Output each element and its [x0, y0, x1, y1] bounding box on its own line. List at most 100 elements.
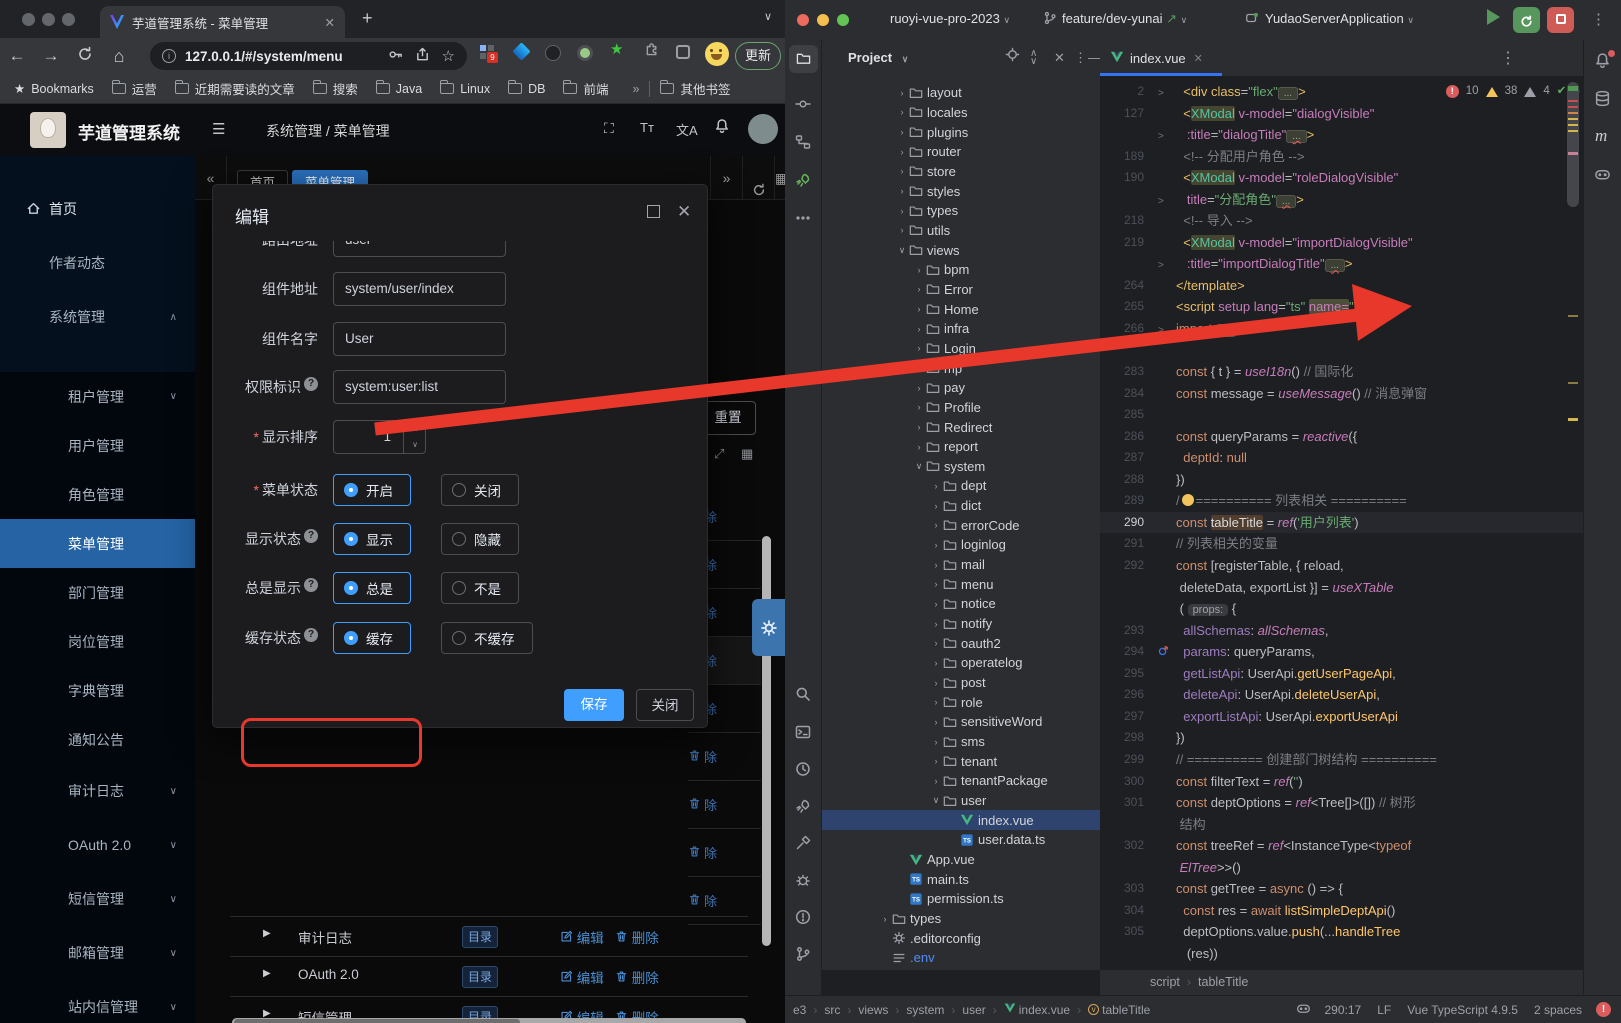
sidebar-item[interactable]: 角色管理: [0, 470, 195, 519]
code-line-288[interactable]: 288}): [1100, 469, 1621, 491]
forward-button[interactable]: →: [34, 46, 68, 66]
tree-item-sms[interactable]: ›sms: [822, 732, 1100, 752]
delete-icon[interactable]: [688, 797, 701, 813]
dialog-save-button[interactable]: 保存: [564, 689, 624, 721]
tree-item-role[interactable]: ›role: [822, 692, 1100, 712]
edit-link[interactable]: 编辑: [560, 927, 604, 947]
home-button[interactable]: ⌂: [102, 46, 136, 67]
code-line-304[interactable]: 304 const res = await listSimpleDeptApi(…: [1100, 900, 1621, 922]
sidebar-item[interactable]: 通知公告: [0, 715, 195, 764]
sidebar-item[interactable]: 审计日志∨: [0, 764, 195, 818]
sort-spinner[interactable]: ∧∨: [403, 421, 426, 453]
tab-search-chevron-icon[interactable]: ∨: [764, 10, 772, 23]
code-line-290[interactable]: 290const tableTitle = ref('用户列表'): [1100, 512, 1621, 534]
project-stripe-button[interactable]: [789, 45, 818, 73]
code-line-189[interactable]: 189 <!-- 分配用户角色 -->: [1100, 146, 1621, 168]
sidebar-item[interactable]: 部门管理: [0, 568, 195, 617]
tabbar-more-icon[interactable]: ⋮: [1500, 48, 1516, 68]
status-breadcrumb-item[interactable]: index.vue: [1004, 1002, 1070, 1017]
tags-refresh-button[interactable]: [742, 156, 774, 200]
debug-tool-icon[interactable]: [795, 872, 811, 893]
dialog-maximize-icon[interactable]: [647, 205, 660, 218]
project-panel-title[interactable]: Project: [848, 50, 892, 65]
always-show-on-radio[interactable]: 总是: [333, 572, 411, 604]
status-breadcrumb-item[interactable]: src: [824, 1003, 840, 1017]
code-line-127[interactable]: 127 <XModal v-model="dialogVisible": [1100, 103, 1621, 125]
cache-status-on-radio[interactable]: 缓存: [333, 622, 411, 654]
code-line-283[interactable]: 283const { t } = useI18n() // 国际化: [1100, 361, 1621, 383]
panel-more-icon[interactable]: ⋮: [1074, 40, 1087, 76]
problems-tool-icon[interactable]: [795, 909, 811, 930]
ide-close-button[interactable]: [797, 14, 809, 26]
display-status-on-radio[interactable]: 显示: [333, 523, 411, 555]
code-line-286[interactable]: 286const queryParams = reactive({: [1100, 426, 1621, 448]
font-size-icon[interactable]: Tᴛ: [640, 120, 654, 135]
indent-status[interactable]: 2 spaces: [1534, 1003, 1582, 1017]
sidebar-item[interactable]: 菜单管理: [0, 519, 195, 568]
tree-item-App.vue[interactable]: App.vue: [822, 850, 1100, 870]
commit-tool-icon[interactable]: [795, 96, 811, 117]
sidebar-item-system[interactable]: 系统管理∧: [0, 290, 195, 344]
extension-blocks-icon[interactable]: 9: [480, 45, 495, 60]
sidebar-item[interactable]: 用户管理: [0, 421, 195, 470]
jrebel-bottom-icon[interactable]: [795, 798, 811, 819]
code-line-292[interactable]: 292const [registerTable, { reload,: [1100, 555, 1621, 577]
code-editor[interactable]: 2> <div class="flex"...>!10384✔6∧∨127 <X…: [1100, 81, 1621, 970]
status-breadcrumb-item[interactable]: e3: [793, 1003, 806, 1017]
expand-row-icon[interactable]: ▶: [263, 928, 271, 939]
locale-icon[interactable]: 文A: [676, 120, 698, 139]
update-browser-button[interactable]: 更新: [735, 42, 781, 70]
code-line-296[interactable]: 296 deleteApi: UserApi.deleteUserApi,: [1100, 684, 1621, 706]
build-tool-icon[interactable]: [795, 835, 811, 856]
bookmark-folder[interactable]: 运营: [112, 79, 157, 98]
sidebar-item[interactable]: OAuth 2.0∨: [0, 818, 195, 872]
sidebar-item[interactable]: 短信管理∨: [0, 872, 195, 926]
dialog-close-button[interactable]: 关闭: [636, 689, 694, 721]
bookmark-folder[interactable]: 近期需要读的文章: [175, 79, 295, 98]
component-path-input[interactable]: system/user/index: [333, 272, 506, 306]
code-line-301[interactable]: 301const deptOptions = ref<Tree[]>([]) /…: [1100, 792, 1621, 814]
collapse-all-icon[interactable]: ✕: [1054, 40, 1065, 76]
tree-item-menu[interactable]: ›menu: [822, 575, 1100, 595]
bookmark-folder[interactable]: Linux: [440, 79, 490, 98]
window-minimize-button[interactable]: [42, 13, 55, 26]
tree-item-tenantPackage[interactable]: ›tenantPackage: [822, 771, 1100, 791]
delete-icon[interactable]: [688, 845, 701, 861]
address-bar[interactable]: i 127.0.0.1/#/system/menu ☆: [150, 42, 467, 70]
back-button[interactable]: ←: [0, 46, 34, 66]
tree-item-errorCode[interactable]: ›errorCode: [822, 516, 1100, 536]
route-path-input[interactable]: user: [333, 241, 506, 257]
database-tool-icon[interactable]: [1594, 90, 1611, 112]
code-line-266[interactable]: 266>import ...: [1100, 318, 1621, 340]
tree-item-.env[interactable]: .env: [822, 948, 1100, 968]
sidebar-item[interactable]: 邮箱管理∨: [0, 926, 195, 980]
reset-button[interactable]: 重置: [700, 401, 756, 435]
tree-item-notify[interactable]: ›notify: [822, 614, 1100, 634]
extensions-puzzle-icon[interactable]: [645, 41, 660, 61]
vcs-branch-widget[interactable]: feature/dev-yunai ↗ ∨: [1043, 11, 1187, 28]
tree-item-plugins[interactable]: ›plugins: [822, 122, 1100, 142]
tree-item-types[interactable]: ›types: [822, 909, 1100, 929]
bookmark-folder[interactable]: 搜索: [313, 79, 358, 98]
bookmarks-manager[interactable]: ★Bookmarks: [14, 81, 94, 96]
edit-link[interactable]: 编辑: [560, 967, 604, 987]
tree-item-Home[interactable]: ›Home: [822, 299, 1100, 319]
copilot-status-icon[interactable]: [1296, 1001, 1311, 1019]
status-breadcrumb-item[interactable]: user: [962, 1003, 985, 1017]
tab-close-icon[interactable]: ✕: [1194, 52, 1203, 65]
code-line-265[interactable]: 265<script setup lang="ts" name="User">: [1100, 296, 1621, 318]
tree-item-operatelog[interactable]: ›operatelog: [822, 653, 1100, 673]
tree-item-main.ts[interactable]: TSmain.ts: [822, 869, 1100, 889]
caret-position[interactable]: 290:17: [1325, 1003, 1362, 1017]
bookmark-star-icon[interactable]: ☆: [442, 47, 455, 65]
code-line-2[interactable]: 2> <div class="flex"...>!10384✔6∧∨: [1100, 81, 1621, 103]
delete-link[interactable]: 删除: [615, 967, 659, 987]
structure-tool-icon[interactable]: [795, 134, 811, 155]
expand-row-icon[interactable]: ▶: [263, 968, 271, 979]
component-name-input[interactable]: User: [333, 322, 506, 356]
locate-file-icon[interactable]: [1005, 40, 1020, 76]
delete-link[interactable]: 删除: [615, 927, 659, 947]
sidebar-item[interactable]: 岗位管理: [0, 617, 195, 666]
tree-item-tenant[interactable]: ›tenant: [822, 751, 1100, 771]
terminal-tool-icon[interactable]: [795, 724, 811, 745]
